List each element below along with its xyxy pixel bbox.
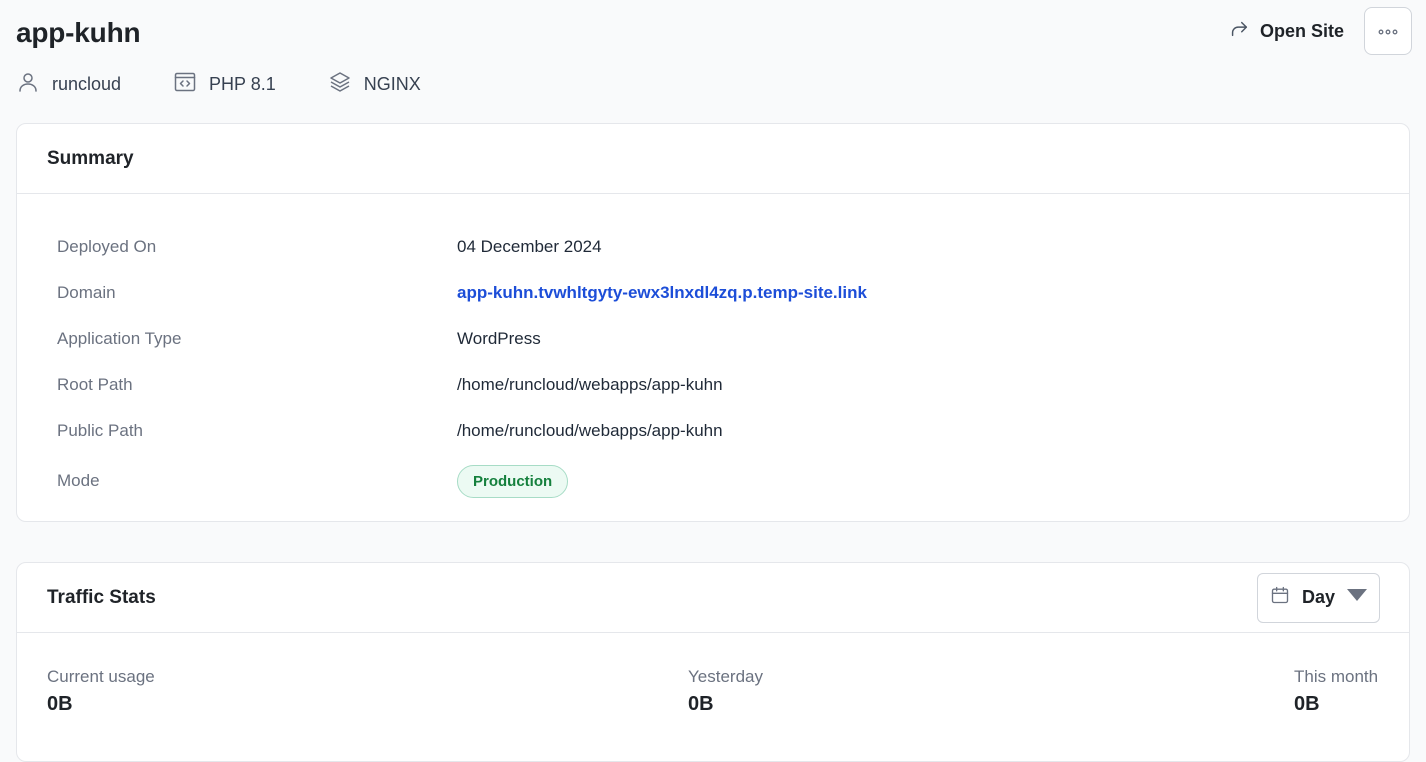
stat-value: 0B [1294,693,1320,715]
stat-value: 0B [688,693,714,715]
summary-label: Application Type [57,329,182,348]
page-title: app-kuhn [16,17,141,48]
more-dots-icon [1377,22,1399,40]
period-label: Day [1301,587,1336,607]
more-options-button[interactable] [1364,7,1412,55]
open-site-label: Open Site [1259,20,1344,41]
stat-yesterday: Yesterday 0B [688,667,763,716]
stat-this-month: This month 0B [1294,667,1378,716]
user-icon [16,70,40,99]
meta-user: runcloud [16,70,121,99]
summary-label: Root Path [57,375,133,394]
meta-server: NGINX [328,70,421,99]
period-select-button[interactable]: Day [1257,572,1380,623]
caret-down-icon [1347,585,1368,610]
summary-value: 04 December 2024 [457,237,602,256]
summary-title: Summary [47,147,134,169]
summary-header: Summary [17,124,1409,194]
summary-label: Deployed On [57,237,157,256]
stat-label: Yesterday [688,667,763,686]
meta-server-label: NGINX [363,73,421,94]
traffic-stats-card: Traffic Stats Day Current usage 0B Yeste… [16,562,1410,762]
summary-row-mode: Mode Production [17,454,1409,508]
header-actions: Open Site [1228,7,1412,55]
app-meta-row: runcloud PHP 8.1 NGINX [16,70,473,98]
stat-label: This month [1294,667,1379,686]
mode-badge: Production [457,464,569,498]
layers-icon [328,70,352,99]
summary-value: /home/runcloud/webapps/app-kuhn [457,421,723,440]
summary-value: /home/runcloud/webapps/app-kuhn [457,375,723,394]
share-arrow-icon [1228,18,1250,45]
summary-value: WordPress [457,329,541,348]
summary-card: Summary Deployed On 04 December 2024 Dom… [16,123,1410,522]
domain-link[interactable]: app-kuhn.tvwhltgyty-ewx3lnxdl4zq.p.temp-… [457,283,867,303]
stat-current-usage: Current usage 0B [47,667,155,716]
summary-row-application-type: Application Type WordPress [17,316,1409,362]
open-site-button[interactable]: Open Site [1228,18,1344,45]
summary-row-root-path: Root Path /home/runcloud/webapps/app-kuh… [17,362,1409,408]
traffic-title: Traffic Stats [47,586,156,608]
summary-row-deployed-on: Deployed On 04 December 2024 [17,224,1409,270]
stat-value: 0B [47,693,73,715]
summary-row-domain: Domain app-kuhn.tvwhltgyty-ewx3lnxdl4zq.… [17,270,1409,316]
meta-php-label: PHP 8.1 [209,73,276,94]
calendar-icon [1270,585,1290,610]
summary-row-public-path: Public Path /home/runcloud/webapps/app-k… [17,408,1409,454]
meta-php: PHP 8.1 [173,70,276,99]
page-header: app-kuhn Open Site [16,7,1412,55]
summary-label: Mode [57,471,100,490]
code-window-icon [173,70,197,99]
traffic-header: Traffic Stats Day [17,563,1409,633]
traffic-stats: Current usage 0B Yesterday 0B This month… [17,633,1409,753]
summary-list: Deployed On 04 December 2024 Domain app-… [17,194,1409,508]
summary-label: Public Path [57,421,143,440]
meta-user-label: runcloud [52,73,122,94]
stat-label: Current usage [47,667,155,686]
summary-label: Domain [57,283,116,302]
